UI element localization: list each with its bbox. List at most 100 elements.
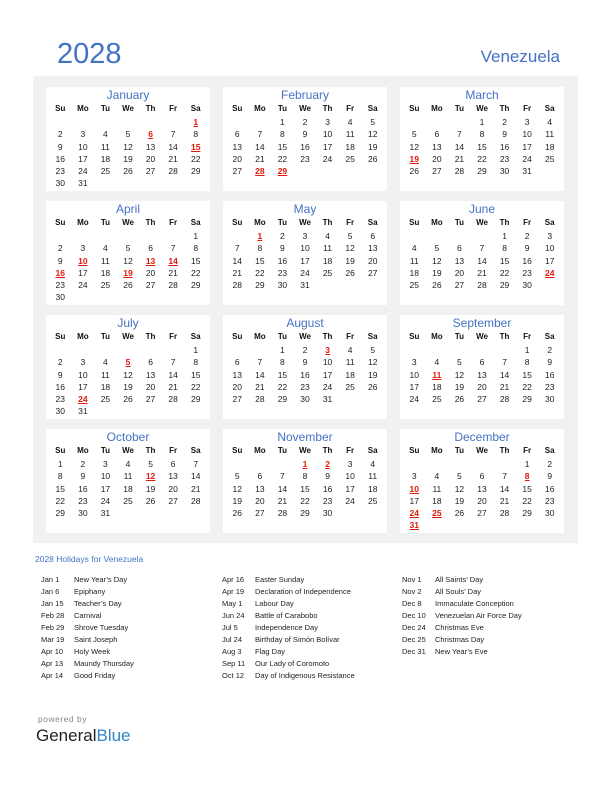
week-row: 26 27 28 29 30 31 (400, 165, 564, 177)
week-row: 22 23 24 25 26 27 28 (46, 495, 210, 507)
day: 8 (524, 357, 530, 368)
day: 9 (57, 255, 63, 266)
day: 2 (547, 459, 553, 469)
weekday-label: Sa (544, 104, 555, 113)
holiday-name: Shrove Tuesday (74, 623, 129, 632)
empty-day (426, 344, 449, 356)
empty-day (72, 230, 95, 242)
day: 15 (499, 255, 510, 266)
empty-day (226, 116, 249, 128)
holiday-day: 5 (125, 357, 131, 368)
weekday-label: Sa (544, 446, 555, 455)
day: 16 (277, 255, 288, 266)
day: 1 (524, 345, 530, 355)
weekday-label: We (299, 104, 311, 113)
week-row: 20 21 22 23 24 25 26 (223, 381, 387, 393)
weekday-label: Mo (254, 332, 266, 341)
empty-day (471, 230, 494, 242)
day: 21 (168, 267, 178, 278)
holiday-list-item: Jan 1 New Year’s Day (41, 574, 134, 586)
day: 5 (125, 129, 131, 140)
day: 11 (345, 129, 355, 140)
day: 20 (477, 381, 487, 392)
day: 29 (190, 166, 201, 177)
day: 18 (544, 141, 555, 152)
day: 15 (300, 483, 310, 494)
holiday-date: Dec 10 (402, 611, 426, 620)
weekday-label: Fr (346, 104, 355, 113)
holiday-name: Flag Day (255, 647, 286, 656)
day: 21 (255, 381, 265, 392)
week-row: 12 (400, 344, 564, 356)
day: 18 (322, 255, 333, 266)
holiday-day: 1 (257, 231, 263, 241)
day: 17 (78, 153, 88, 164)
weekday-label: Su (409, 218, 420, 227)
day: 23 (300, 381, 310, 392)
holiday-list-item: Jun 24 Battle of Carabobo (222, 610, 355, 622)
day: 17 (409, 381, 420, 392)
week-row: 1 2 3 4 5 (223, 344, 387, 356)
generalblue-logo[interactable]: GeneralBlue (36, 726, 131, 746)
day: 3 (411, 471, 417, 482)
day: 20 (432, 153, 442, 164)
day: 11 (323, 243, 332, 254)
day: 30 (55, 292, 66, 303)
day: 18 (100, 267, 111, 278)
weekday-label: Th (145, 332, 156, 341)
empty-day (249, 458, 272, 470)
holiday-day: 25 (432, 508, 442, 519)
day: 12 (367, 357, 378, 368)
day: 27 (255, 508, 265, 519)
day: 7 (170, 129, 176, 140)
empty-day (471, 344, 494, 356)
empty-day (117, 230, 140, 242)
day: 19 (367, 369, 378, 380)
day: 13 (432, 141, 442, 152)
month-august: August Su Mo Tu We Th Fr Sa 1 2 3 4 5 6 7 8 9 10 11 12 13 14 1… (223, 315, 387, 419)
holiday-name: Good Friday (74, 671, 116, 680)
day: 13 (232, 369, 243, 380)
empty-day (226, 344, 249, 356)
day: 16 (499, 141, 510, 152)
day: 14 (168, 141, 178, 152)
holiday-list-item: Apr 10 Holy Week (41, 646, 134, 658)
day: 26 (454, 508, 465, 519)
week-row: 18 19 20 21 22 23 24 (400, 267, 564, 279)
holiday-date: Jan 15 (41, 599, 64, 608)
day: 11 (368, 471, 378, 482)
day: 29 (522, 394, 532, 405)
day: 23 (499, 153, 510, 164)
day: 12 (454, 483, 465, 494)
day: 14 (255, 369, 265, 380)
day: 24 (409, 394, 420, 405)
day: 3 (347, 459, 353, 469)
holiday-date: Feb 29 (41, 623, 65, 632)
week-row: 2 3 4 5 6 7 8 (46, 128, 210, 140)
day: 22 (190, 267, 201, 278)
week-row: 30 31 (46, 405, 210, 417)
day: 9 (502, 129, 507, 140)
weekday-header: Su Mo Tu We Th Fr Sa (400, 444, 564, 458)
day: 17 (78, 267, 88, 278)
day: 8 (302, 471, 308, 482)
weekday-label: Su (55, 446, 66, 455)
day: 3 (524, 117, 530, 127)
day: 29 (277, 394, 288, 405)
day: 17 (322, 369, 333, 380)
day: 8 (280, 129, 285, 140)
day: 12 (345, 243, 355, 254)
holiday-list-item: Dec 10 Venezuelan Air Force Day (402, 610, 522, 622)
day: 22 (477, 153, 487, 164)
week-row: 19 20 21 22 23 24 25 (223, 495, 387, 507)
day: 9 (80, 471, 86, 482)
empty-day (226, 230, 249, 242)
day: 22 (190, 381, 201, 392)
day: 18 (367, 483, 378, 494)
weekday-header: Su Mo Tu We Th Fr Sa (223, 102, 387, 116)
day: 4 (103, 243, 108, 254)
day: 25 (322, 267, 333, 278)
day: 1 (280, 345, 285, 355)
day: 29 (190, 280, 201, 291)
day: 9 (547, 471, 553, 482)
